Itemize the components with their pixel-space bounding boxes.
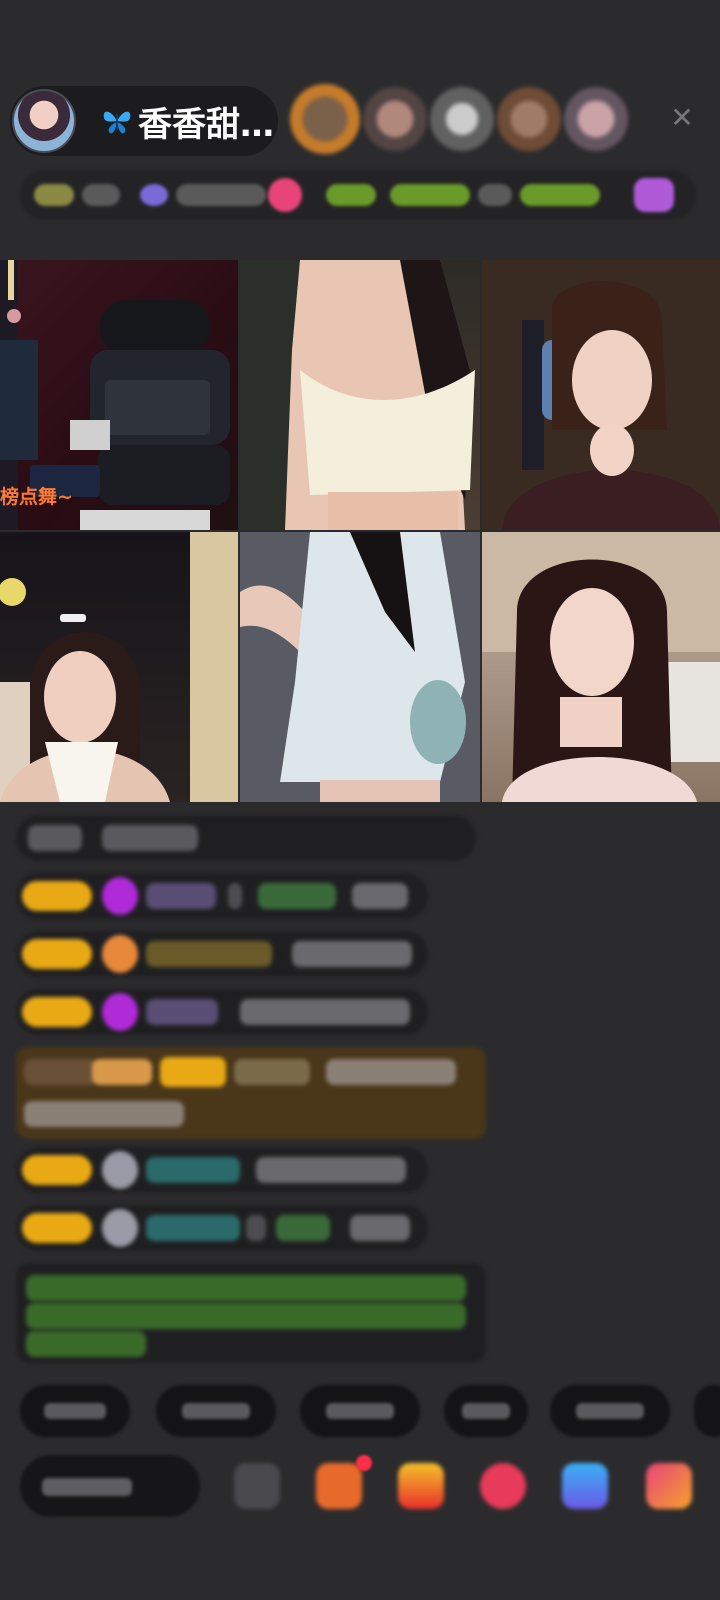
emoji-icon[interactable] bbox=[234, 1463, 280, 1509]
level-badge bbox=[22, 881, 92, 911]
stat-chip bbox=[390, 184, 470, 206]
stat-chip bbox=[634, 178, 674, 212]
video-tile[interactable]: 榜点舞~ bbox=[0, 260, 238, 530]
video-tile[interactable] bbox=[0, 532, 238, 802]
system-notice bbox=[16, 1263, 486, 1363]
host-avatar[interactable] bbox=[12, 89, 76, 153]
level-badge bbox=[22, 939, 92, 969]
close-icon[interactable]: ✕ bbox=[668, 104, 696, 132]
quick-action-button[interactable] bbox=[20, 1385, 130, 1437]
tile-scene bbox=[240, 532, 480, 802]
pk-icon[interactable] bbox=[480, 1463, 526, 1509]
host-name: 香香甜… bbox=[138, 104, 274, 145]
tile-scene bbox=[0, 532, 238, 802]
more-icon[interactable] bbox=[646, 1463, 692, 1509]
top-viewers bbox=[290, 84, 631, 154]
tile-scene bbox=[240, 260, 475, 530]
stat-chip bbox=[326, 184, 376, 206]
quick-action-button[interactable] bbox=[156, 1385, 276, 1437]
host-pill[interactable]: 香香甜… bbox=[10, 86, 278, 156]
quick-action-button[interactable] bbox=[300, 1385, 420, 1437]
chat-message[interactable] bbox=[16, 931, 428, 977]
stats-bar[interactable] bbox=[20, 170, 696, 220]
stat-chip bbox=[478, 184, 512, 206]
present-icon[interactable] bbox=[398, 1463, 444, 1509]
video-tile[interactable] bbox=[240, 260, 480, 530]
quick-actions bbox=[20, 1385, 720, 1437]
level-badge bbox=[22, 1155, 92, 1185]
stat-chip bbox=[520, 184, 600, 206]
video-grid: 榜点舞~ bbox=[0, 260, 720, 802]
comment-input[interactable] bbox=[20, 1455, 200, 1517]
quick-action-button[interactable] bbox=[694, 1385, 720, 1437]
host-info: 香香甜… bbox=[100, 97, 274, 146]
bottom-toolbar bbox=[0, 1455, 720, 1535]
video-tile[interactable] bbox=[240, 532, 480, 802]
quick-action-button[interactable] bbox=[444, 1385, 528, 1437]
stat-chip bbox=[268, 178, 302, 212]
tile-scene bbox=[482, 260, 720, 530]
level-badge bbox=[22, 1213, 92, 1243]
game-icon[interactable] bbox=[562, 1463, 608, 1509]
level-badge bbox=[22, 997, 92, 1027]
viewer-avatar[interactable] bbox=[363, 87, 427, 151]
chat-message[interactable] bbox=[16, 873, 428, 919]
butterfly-icon bbox=[103, 111, 131, 134]
viewer-avatar[interactable] bbox=[430, 87, 494, 151]
tile-caption: 榜点舞~ bbox=[0, 486, 73, 508]
viewer-avatar[interactable] bbox=[497, 87, 561, 151]
gift-message[interactable] bbox=[16, 1047, 486, 1139]
stat-chip bbox=[176, 184, 266, 206]
stat-chip bbox=[34, 184, 74, 206]
live-header: 香香甜… ✕ bbox=[0, 0, 720, 255]
video-tile[interactable] bbox=[482, 532, 720, 802]
video-tile[interactable] bbox=[482, 260, 720, 530]
tile-scene bbox=[482, 532, 720, 802]
quick-action-button[interactable] bbox=[550, 1385, 670, 1437]
viewer-avatar[interactable] bbox=[290, 84, 360, 154]
stat-chip bbox=[140, 184, 168, 206]
chat-message[interactable] bbox=[16, 989, 428, 1035]
stat-chip bbox=[82, 184, 120, 206]
notification-dot bbox=[356, 1455, 372, 1471]
chat-message[interactable] bbox=[16, 815, 476, 861]
chat-message[interactable] bbox=[16, 1147, 428, 1193]
chat-message[interactable] bbox=[16, 1205, 428, 1251]
viewer-avatar[interactable] bbox=[564, 87, 628, 151]
gift-icon[interactable] bbox=[316, 1463, 362, 1509]
